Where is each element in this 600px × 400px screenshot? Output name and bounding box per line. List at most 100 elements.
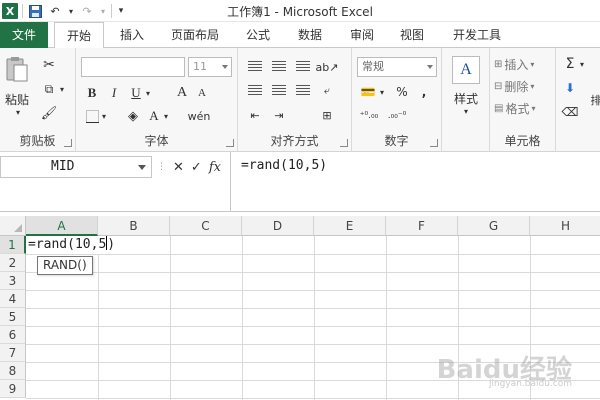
styles-dropdown-icon[interactable]: ▾ <box>462 106 470 116</box>
underline-button[interactable]: U <box>128 84 144 102</box>
row-header-1[interactable]: 1 <box>0 236 26 254</box>
number-group-label: 数字 <box>384 134 409 148</box>
column-header-a[interactable]: A <box>26 216 98 236</box>
insert-cells-button[interactable]: ⊞ 插入 ▾ <box>494 56 552 72</box>
column-header-f[interactable]: F <box>386 216 458 236</box>
tab-developer[interactable]: 开发工具 <box>442 22 512 48</box>
phonetic-guide-icon[interactable]: wén <box>188 106 211 126</box>
row-header-5[interactable]: 5 <box>0 308 26 326</box>
column-header-d[interactable]: D <box>242 216 314 236</box>
gridline <box>26 344 600 345</box>
delete-cells-icon: ⊟ <box>494 80 503 92</box>
column-header-g[interactable]: G <box>458 216 530 236</box>
tab-home[interactable]: 开始 <box>54 22 104 49</box>
row-header-3[interactable]: 3 <box>0 272 26 290</box>
paste-icon[interactable] <box>4 54 30 84</box>
font-color-icon[interactable]: A <box>146 108 162 124</box>
formula-bar-grip-icon: ⋮ <box>157 162 166 172</box>
gridline <box>26 308 600 309</box>
row-header-2[interactable]: 2 <box>0 254 26 272</box>
select-all-button[interactable] <box>0 216 26 236</box>
align-bottom-icon[interactable] <box>294 60 312 74</box>
merge-center-icon[interactable]: ⊞ <box>318 108 336 122</box>
tab-insert[interactable]: 插入 <box>110 22 154 48</box>
decrease-decimal-icon[interactable]: .₀₀⁻⁰ <box>386 108 408 124</box>
fill-icon[interactable]: ⬇ <box>562 80 578 96</box>
clipboard-launcher-icon[interactable] <box>64 139 72 147</box>
format-cells-button[interactable]: ▤ 格式 ▾ <box>494 100 552 116</box>
delete-cells-button[interactable]: ⊟ 删除 ▾ <box>494 78 552 94</box>
font-launcher-icon[interactable] <box>226 139 234 147</box>
increase-decimal-icon[interactable]: ⁺⁰.₀₀ <box>358 108 380 124</box>
name-box[interactable]: MID <box>0 156 152 178</box>
autosum-button[interactable]: Σ <box>562 56 578 72</box>
insert-function-icon[interactable]: fx <box>209 160 221 175</box>
styles-button[interactable]: 样式 <box>446 90 486 106</box>
orientation-icon[interactable]: ab↗ <box>316 60 339 74</box>
tab-view[interactable]: 视图 <box>390 22 434 48</box>
align-middle-icon[interactable] <box>270 60 288 74</box>
column-header-b[interactable]: B <box>98 216 170 236</box>
bold-button[interactable]: B <box>84 84 100 102</box>
cell-a1-text-tail: ) <box>107 237 116 252</box>
copy-dropdown-icon[interactable]: ▾ <box>58 80 66 98</box>
column-header-e[interactable]: E <box>314 216 386 236</box>
gridline <box>26 290 600 291</box>
column-header-c[interactable]: C <box>170 216 242 236</box>
column-header-h[interactable]: H <box>530 216 600 236</box>
row-header-9[interactable]: 9 <box>0 380 26 398</box>
sort-filter-icon[interactable]: 排 <box>590 80 600 120</box>
tab-data[interactable]: 数据 <box>288 22 332 48</box>
cell-a1-editor[interactable]: =rand(10,5) <box>27 236 116 254</box>
fill-color-icon[interactable]: ◈ <box>124 108 142 124</box>
italic-button[interactable]: I <box>106 84 122 102</box>
number-format-value: 常规 <box>362 60 384 73</box>
tab-formulas[interactable]: 公式 <box>236 22 280 48</box>
enter-entry-icon[interactable]: ✓ <box>191 160 202 175</box>
font-size-combo[interactable]: 11 <box>188 57 232 77</box>
increase-indent-icon[interactable]: ⇥ <box>270 108 288 122</box>
row-header-6[interactable]: 6 <box>0 326 26 344</box>
formula-buttons: ⋮ ✕ ✓ fx <box>154 156 230 178</box>
alignment-group: ab↗ ⤶ ⇤ ⇥ ⊞ 对齐方式 <box>238 48 352 152</box>
align-left-icon[interactable] <box>246 84 264 98</box>
font-name-combo[interactable] <box>81 57 185 77</box>
tab-file[interactable]: 文件 <box>0 22 48 48</box>
clear-icon[interactable]: ⌫ <box>562 104 579 120</box>
borders-dropdown-icon[interactable]: ▾ <box>100 108 108 124</box>
formula-input[interactable]: =rand(10,5) <box>230 152 600 212</box>
font-group-label: 字体 <box>144 134 169 148</box>
underline-dropdown-icon[interactable]: ▾ <box>144 84 152 102</box>
align-center-icon[interactable] <box>270 84 288 98</box>
align-top-icon[interactable] <box>246 60 264 74</box>
currency-dropdown-icon[interactable]: ▾ <box>378 84 386 100</box>
comma-style-icon[interactable]: , <box>416 84 432 100</box>
font-color-dropdown-icon[interactable]: ▾ <box>162 108 170 124</box>
row-header-8[interactable]: 8 <box>0 362 26 380</box>
styles-icon[interactable]: A <box>452 56 480 84</box>
cancel-entry-icon[interactable]: ✕ <box>173 160 184 175</box>
align-right-icon[interactable] <box>294 84 312 98</box>
tab-review[interactable]: 审阅 <box>340 22 384 48</box>
alignment-launcher-icon[interactable] <box>340 139 348 147</box>
row-header-7[interactable]: 7 <box>0 344 26 362</box>
grow-font-button[interactable]: A <box>174 84 190 102</box>
currency-icon[interactable]: 💳 <box>358 84 378 100</box>
format-cells-label: 格式 <box>505 101 530 116</box>
autosum-dropdown-icon[interactable]: ▾ <box>578 56 586 72</box>
number-format-combo[interactable]: 常规 <box>357 57 437 77</box>
wrap-text-icon[interactable]: ⤶ <box>318 84 336 98</box>
tab-page-layout[interactable]: 页面布局 <box>162 22 228 48</box>
format-painter-icon[interactable]: 🖌 <box>40 104 58 122</box>
paste-button[interactable]: 粘贴 <box>3 92 31 107</box>
function-autocomplete-tooltip[interactable]: RAND() <box>37 256 93 275</box>
paste-dropdown-icon[interactable]: ▾ <box>14 108 22 117</box>
copy-icon[interactable]: ⧉ <box>40 80 58 98</box>
number-launcher-icon[interactable] <box>430 139 438 147</box>
borders-icon[interactable] <box>84 108 100 124</box>
shrink-font-button[interactable]: A <box>194 84 210 102</box>
cut-icon[interactable]: ✂ <box>40 56 58 74</box>
percent-button[interactable]: % <box>394 84 410 100</box>
decrease-indent-icon[interactable]: ⇤ <box>246 108 264 122</box>
row-header-4[interactable]: 4 <box>0 290 26 308</box>
